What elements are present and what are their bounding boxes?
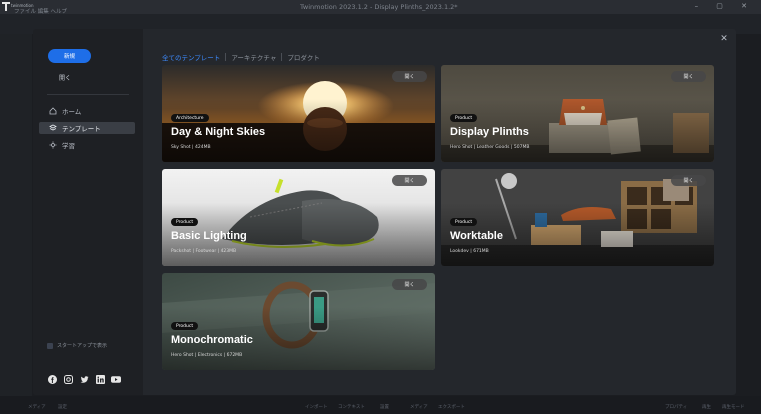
new-button[interactable]: 新規 (48, 49, 91, 63)
background-left-panel (0, 34, 32, 396)
sidebar-item-home[interactable]: ホーム (39, 105, 135, 117)
card-meta: Packshot | Footwear | 423MB (171, 249, 237, 254)
template-card-basic-lighting[interactable]: 開く Product Basic Lighting Packshot | Foo… (162, 169, 435, 266)
template-card-worktable[interactable]: 開く Product Worktable Lookdev | 671MB (441, 169, 714, 266)
twinmotion-logo-icon (2, 2, 10, 11)
bottom-item[interactable]: 再生 (702, 404, 711, 410)
startup-checkbox[interactable] (47, 342, 53, 349)
open-link[interactable]: 開く (59, 73, 71, 82)
category-badge: Product (171, 322, 199, 330)
open-template-button[interactable]: 開く (671, 175, 706, 186)
twitter-icon[interactable] (79, 374, 89, 384)
template-card-day-night-skies[interactable]: 開く Architecture Day & Night Skies Sky Sh… (162, 65, 435, 162)
bottom-item[interactable]: インポート (305, 404, 328, 410)
bottom-item[interactable]: 設定 (58, 404, 67, 410)
template-card-monochromatic[interactable]: 開く Product Monochromatic Hero Shot | Ele… (162, 273, 435, 370)
tab-product[interactable]: プロダクト (287, 52, 320, 62)
open-template-button[interactable]: 開く (392, 175, 427, 186)
bottom-item[interactable]: コンテキスト (338, 404, 365, 410)
startup-label: スタートアップで表示 (57, 343, 108, 349)
card-meta: Sky Shot | 424MB (171, 145, 211, 150)
sidebar-item-learn[interactable]: 学習 (39, 139, 135, 151)
open-template-button[interactable]: 開く (392, 279, 427, 290)
sidebar-item-label: 学習 (62, 142, 75, 150)
sidebar-item-label: ホーム (62, 108, 82, 116)
card-meta: Hero Shot | Electronics | 672MB (171, 353, 243, 358)
template-card-display-plinths[interactable]: 開く Product Display Plinths Hero Shot | L… (441, 65, 714, 162)
title-bar: twinmotion ファイル 編集 ヘルプ Twinmotion 2023.1… (0, 0, 761, 15)
tab-all-templates[interactable]: 全てのテンプレート (162, 52, 220, 62)
tab-separator (225, 53, 227, 61)
facebook-icon[interactable] (47, 374, 57, 384)
card-title: Worktable (450, 230, 503, 242)
tab-architecture[interactable]: アーキテクチャ (231, 52, 276, 62)
dialog-sidebar: 新規 開く ホーム テンプレート 学習 スタートアップで表示 (33, 29, 143, 395)
learn-icon (48, 141, 57, 150)
bottom-item[interactable]: 再生モード (722, 404, 745, 410)
background-bottom-bar: メディア 設定 インポート コンテキスト 設置 メディア エクスポート プロパテ… (0, 396, 761, 414)
card-title: Display Plinths (450, 126, 529, 138)
bottom-item[interactable]: エクスポート (438, 404, 465, 410)
linkedin-icon[interactable] (95, 374, 105, 384)
card-title: Monochromatic (171, 334, 253, 346)
category-badge: Product (450, 218, 478, 226)
template-tabs: 全てのテンプレート アーキテクチャ プロダクト (162, 52, 320, 62)
category-badge: Architecture (171, 114, 209, 122)
card-title: Day & Night Skies (171, 126, 266, 138)
card-meta: Hero Shot | Leather Goods | 507MB (450, 145, 530, 150)
category-badge: Product (171, 218, 199, 226)
sidebar-item-label: テンプレート (62, 125, 101, 133)
bottom-item[interactable]: メディア (410, 404, 428, 410)
open-template-button[interactable]: 開く (671, 71, 706, 82)
home-icon (48, 107, 57, 116)
category-badge: Product (450, 114, 478, 122)
close-icon[interactable]: ✕ (718, 33, 730, 45)
bottom-item[interactable]: メディア (28, 404, 46, 410)
sidebar-divider (47, 94, 129, 95)
card-title: Basic Lighting (171, 230, 247, 242)
sidebar-item-templates[interactable]: テンプレート (39, 122, 135, 134)
bottom-item[interactable]: 設置 (380, 404, 389, 410)
tab-separator (281, 53, 283, 61)
social-links (47, 374, 121, 384)
open-template-button[interactable]: 開く (392, 71, 427, 82)
window-title: Twinmotion 2023.1.2 - Display Plinths_20… (300, 3, 458, 11)
template-icon (48, 124, 57, 133)
show-on-startup-toggle[interactable]: スタートアップで表示 (47, 342, 107, 349)
card-meta: Lookdev | 671MB (450, 249, 489, 254)
templates-dialog: 新規 開く ホーム テンプレート 学習 スタートアップで表示 ✕ 全てのテンプレ… (33, 29, 736, 395)
bottom-item[interactable]: プロパティ (665, 404, 687, 410)
window-controls[interactable]: – ▢ ✕ (695, 2, 755, 10)
youtube-icon[interactable] (111, 374, 121, 384)
instagram-icon[interactable] (63, 374, 73, 384)
